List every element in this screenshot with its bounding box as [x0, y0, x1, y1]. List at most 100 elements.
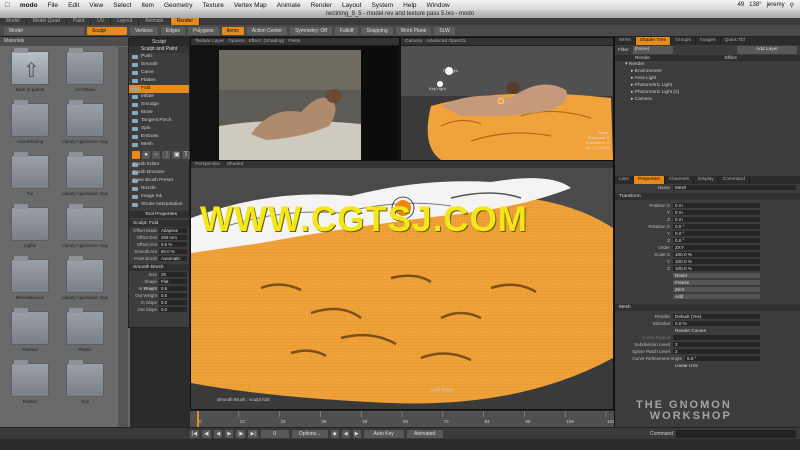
render-select[interactable]: Default (Yes): [673, 314, 760, 319]
offset-mode-select[interactable]: Adaptive: [159, 228, 187, 233]
key-prev-icon[interactable]: ◀: [341, 429, 350, 438]
preset-miscellaneous[interactable]: Miscellaneous: [5, 256, 55, 300]
symmetry-button[interactable]: Symmetry: Off: [290, 26, 332, 35]
camera-viewport[interactable]: Camera Advanced OpenGL Fill Light Key Li…: [400, 37, 614, 160]
position-x-field[interactable]: 0 m: [673, 203, 760, 208]
tab-model[interactable]: Model: [0, 18, 27, 25]
items-button[interactable]: Items: [221, 26, 244, 35]
reset-button[interactable]: Reset: [673, 273, 760, 278]
tool-emboss[interactable]: Emboss: [129, 133, 189, 141]
item-name-field[interactable]: Mesh: [673, 185, 796, 190]
tool-spin[interactable]: Spin: [129, 125, 189, 133]
tree-node[interactable]: ▸ Environment: [625, 68, 800, 75]
timeline-ruler[interactable]: 0 12 24 36 48 60 72 84 96 108 120: [190, 411, 614, 427]
tab-display[interactable]: Display: [694, 176, 719, 184]
menu-item[interactable]: Item: [136, 2, 159, 9]
preset-folder[interactable]: Library Application Sup: [60, 152, 110, 196]
tree-node[interactable]: ▾ Render: [625, 61, 800, 68]
preset-soil[interactable]: Soil: [60, 360, 110, 404]
tab-groups[interactable]: Groups: [671, 37, 696, 45]
shape-preset-select[interactable]: Flat: [159, 279, 187, 284]
tool-carve[interactable]: Carve: [129, 69, 189, 77]
palette-title[interactable]: Sculpt: [129, 39, 189, 46]
brush-round-icon[interactable]: ●: [142, 151, 150, 159]
image-ink-item[interactable]: Image Ink: [129, 193, 189, 201]
size-field[interactable]: 25: [159, 272, 187, 277]
menu-file[interactable]: File: [43, 2, 63, 9]
preset-folder[interactable]: Library Application Sup: [60, 256, 110, 300]
perspective-viewport[interactable]: Perspective Shaded Smooth Brush : sculpt…: [190, 160, 614, 410]
stroke-interpolation-item[interactable]: Stroke Interpolation: [129, 201, 189, 209]
tab-shaded[interactable]: Shaded: [227, 162, 244, 167]
tab-perspective[interactable]: Perspective: [195, 162, 220, 167]
go-start-icon[interactable]: |◀: [190, 429, 200, 438]
tool-inflate[interactable]: Inflate: [129, 93, 189, 101]
spline-patch-level-field[interactable]: 2: [673, 349, 760, 354]
smooth-brush-section[interactable]: Smooth Brush: [129, 264, 189, 271]
tool-tangent-pinch[interactable]: Tangent Pinch: [129, 117, 189, 125]
tab-texture-layer[interactable]: Texture Layer: [195, 39, 224, 44]
preset-browser-scrollbar[interactable]: [118, 47, 128, 427]
tool-smooth[interactable]: Smooth: [129, 61, 189, 69]
slw-button[interactable]: SLW: [434, 26, 455, 35]
tab-images[interactable]: Images: [696, 37, 721, 45]
snapping-button[interactable]: Snapping: [361, 26, 393, 35]
preset-painted[interactable]: Painted: [5, 308, 55, 352]
zero-button[interactable]: Zero: [673, 287, 760, 292]
preset-accelsharing[interactable]: AccelSharing: [5, 100, 55, 144]
add-layer-button[interactable]: Add Layer: [737, 46, 797, 54]
scale-z-field[interactable]: 100.0 %: [673, 266, 760, 271]
menu-render[interactable]: Render: [306, 2, 337, 9]
brush-soft-icon[interactable]: ○: [152, 151, 160, 159]
offset-amt-field[interactable]: 0.5 %: [159, 242, 187, 247]
transform-section[interactable]: Transform: [615, 193, 800, 200]
tree-node[interactable]: ▸ Photometric Light: [625, 82, 800, 89]
tab-animate[interactable]: Animate: [139, 18, 171, 25]
dissolve-field[interactable]: 0.0 %: [673, 321, 760, 326]
preset-browser-header[interactable]: Materials: [0, 37, 130, 46]
tab-channels[interactable]: Channels: [665, 176, 695, 184]
work-plane-button[interactable]: Work Plane: [395, 26, 432, 35]
preset-fur[interactable]: Fur: [5, 152, 55, 196]
preset-lights[interactable]: Lights: [5, 204, 55, 248]
step-back-icon[interactable]: ◀|: [202, 429, 212, 438]
play-icon[interactable]: ▶: [225, 429, 234, 438]
smooth-amount-field[interactable]: 80.0 %: [159, 249, 187, 254]
brush-editor-item[interactable]: Brush Editor: [129, 161, 189, 169]
preset-back[interactable]: ⇧ Back to parent: [5, 48, 55, 92]
menu-texture[interactable]: Texture: [198, 2, 229, 9]
tool-fold[interactable]: Fold: [129, 85, 189, 93]
rotation-x-field[interactable]: 0.0 °: [673, 224, 760, 229]
menu-vertex-map[interactable]: Vertex Map: [229, 2, 272, 9]
command-input[interactable]: [676, 429, 796, 438]
go-end-icon[interactable]: ▶|: [248, 429, 258, 438]
out-weight-field[interactable]: 0.5: [159, 293, 187, 298]
tab-options[interactable]: Options: [228, 39, 245, 44]
tab-uv[interactable]: UV: [91, 18, 112, 25]
tab-properties[interactable]: Properties: [633, 176, 665, 184]
polygons-button[interactable]: Polygons: [187, 26, 219, 35]
text-tool-icon[interactable]: T: [182, 151, 190, 159]
tab-camera[interactable]: Camera: [405, 39, 422, 44]
position-y-field[interactable]: 0 m: [673, 210, 760, 215]
menu-select[interactable]: Select: [108, 2, 136, 9]
tool-push[interactable]: Push: [129, 53, 189, 61]
brush-browser-item[interactable]: Brush Browser: [129, 169, 189, 177]
tab-command[interactable]: Command: [719, 176, 750, 184]
tool-flatten[interactable]: Flatten: [129, 77, 189, 85]
freeze-button[interactable]: Freeze: [673, 280, 760, 285]
out-slope-field[interactable]: 0.0: [159, 307, 187, 312]
tab-advanced-opengl[interactable]: Advanced OpenGL: [426, 39, 467, 44]
tab-paint[interactable]: Paint: [67, 18, 92, 25]
scale-x-field[interactable]: 100.0 %: [673, 252, 760, 257]
timeline[interactable]: 0 12 24 36 48 60 72 84 96 108 120: [190, 410, 614, 427]
tree-node[interactable]: ▸ Photometric Light (2): [625, 89, 800, 96]
save-brush-preset-item[interactable]: Save Brush Preset: [129, 177, 189, 185]
position-z-field[interactable]: 0 m: [673, 217, 760, 222]
tab-render[interactable]: Render: [170, 18, 200, 25]
tab-layout[interactable]: Layout: [111, 18, 140, 25]
curve-radius-field[interactable]: [673, 335, 760, 340]
tab-lists[interactable]: Lists: [615, 176, 634, 184]
menu-system[interactable]: System: [366, 2, 398, 9]
menu-view[interactable]: View: [84, 2, 108, 9]
